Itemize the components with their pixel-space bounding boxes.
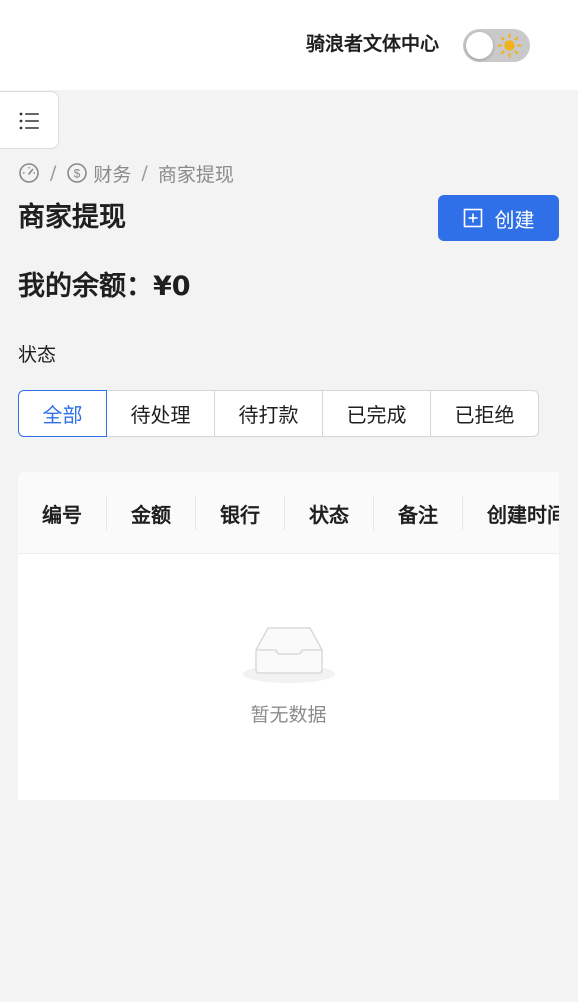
svg-text:$: $ (74, 167, 81, 181)
page-title: 商家提现 (18, 202, 126, 233)
tab-awaiting-payment[interactable]: 待打款 (214, 390, 323, 437)
empty-inbox-icon (243, 627, 335, 683)
table-header: 编号 金额 银行 状态 备注 创建时间 (18, 472, 559, 554)
column-header-remark: 备注 (374, 472, 463, 554)
tab-completed[interactable]: 已完成 (322, 390, 431, 437)
column-header-id: 编号 (18, 472, 107, 554)
dollar-icon: $ (67, 163, 88, 183)
plus-square-icon (463, 208, 482, 228)
empty-state-text: 暂无数据 (250, 704, 327, 726)
column-header-created-time: 创建时间 (487, 502, 559, 527)
tab-all[interactable]: 全部 (18, 390, 107, 437)
column-header-bank: 银行 (196, 472, 285, 554)
breadcrumb-separator: / (141, 162, 148, 184)
breadcrumb-separator: / (50, 162, 57, 184)
column-header-amount: 金额 (107, 472, 196, 554)
sun-icon (497, 33, 522, 58)
site-title: 骑浪者文体中心 (306, 33, 440, 55)
breadcrumb: / $ 财务 / 商家提现 (18, 160, 234, 186)
status-filter-label: 状态 (18, 344, 57, 366)
withdrawal-table: 编号 金额 银行 状态 备注 创建时间 暂无数据 (18, 472, 559, 800)
create-button-label: 创建 (494, 207, 535, 232)
balance: 我的余额： ¥0 (18, 268, 191, 306)
status-tabs: 全部 待处理 待打款 已完成 已拒绝 (18, 390, 539, 437)
column-header-status: 状态 (285, 472, 374, 554)
sidebar-toggle-button[interactable] (0, 91, 59, 149)
toggle-knob (466, 32, 493, 59)
create-button[interactable]: 创建 (438, 195, 559, 241)
theme-toggle[interactable] (463, 29, 530, 62)
tab-rejected[interactable]: 已拒绝 (430, 390, 539, 437)
breadcrumb-finance[interactable]: $ 财务 (66, 160, 131, 187)
dashboard-icon[interactable] (18, 162, 40, 184)
breadcrumb-current: 商家提现 (157, 163, 234, 186)
balance-label: 我的余额： (18, 271, 153, 302)
list-icon (19, 112, 39, 130)
balance-value: ¥0 (153, 271, 191, 302)
breadcrumb-finance-label: 财务 (93, 163, 132, 186)
tab-pending[interactable]: 待处理 (106, 390, 215, 437)
top-header: 骑浪者文体中心 (0, 0, 578, 90)
